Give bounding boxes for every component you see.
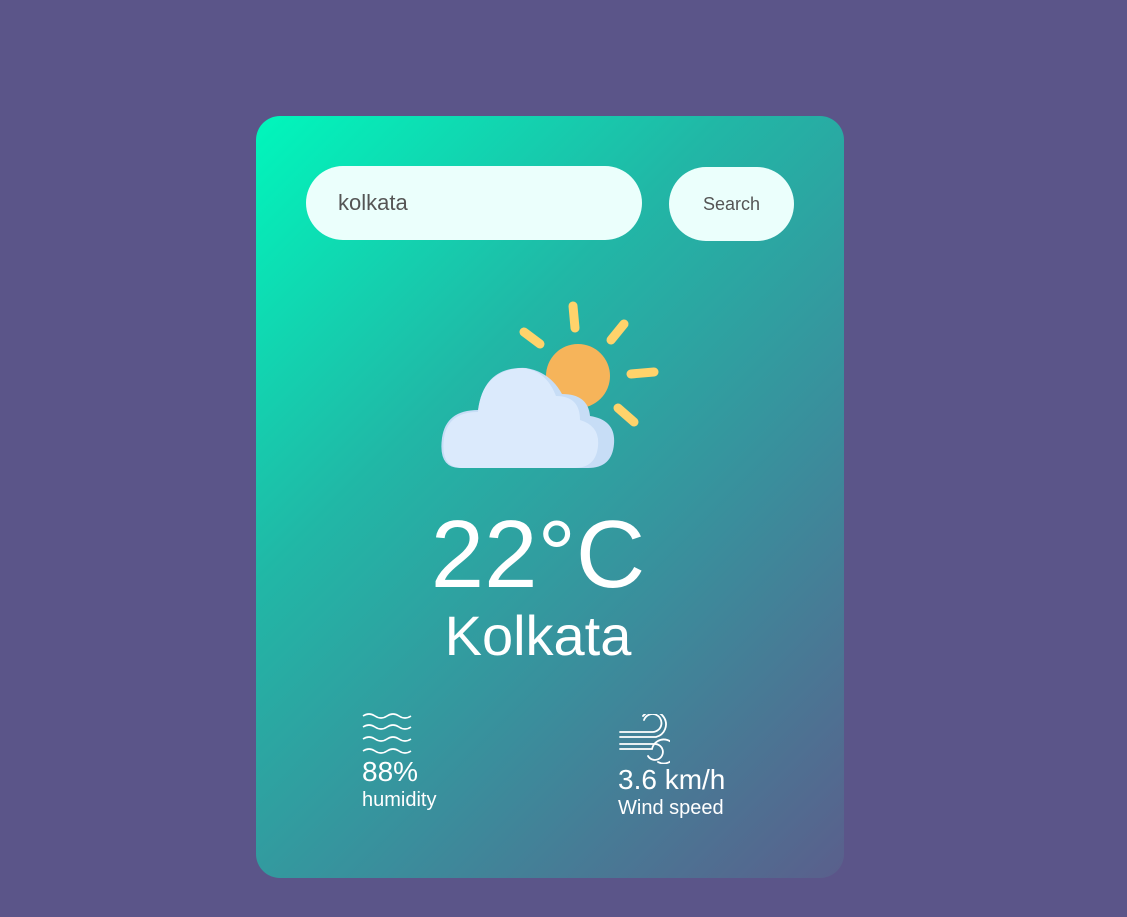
city-name: Kolkata bbox=[444, 604, 632, 667]
wind-label: Wind speed bbox=[618, 797, 724, 819]
humidity-stat: 88% humidity bbox=[362, 712, 436, 812]
humidity-label: humidity bbox=[362, 789, 437, 811]
partly-cloudy-icon bbox=[441, 301, 659, 468]
search-input[interactable] bbox=[306, 166, 642, 240]
search-button[interactable]: Search bbox=[669, 167, 794, 241]
weather-card: Search 22°C Kolkata 88% humidity bbox=[256, 116, 844, 878]
temperature: 22°C bbox=[430, 501, 646, 608]
wind-stat: 3.6 km/h Wind speed bbox=[618, 714, 725, 820]
humidity-value: 88% bbox=[362, 756, 419, 787]
wind-icon bbox=[619, 714, 670, 764]
wind-value: 3.6 km/h bbox=[618, 764, 726, 795]
humidity-waves-icon bbox=[362, 713, 412, 754]
